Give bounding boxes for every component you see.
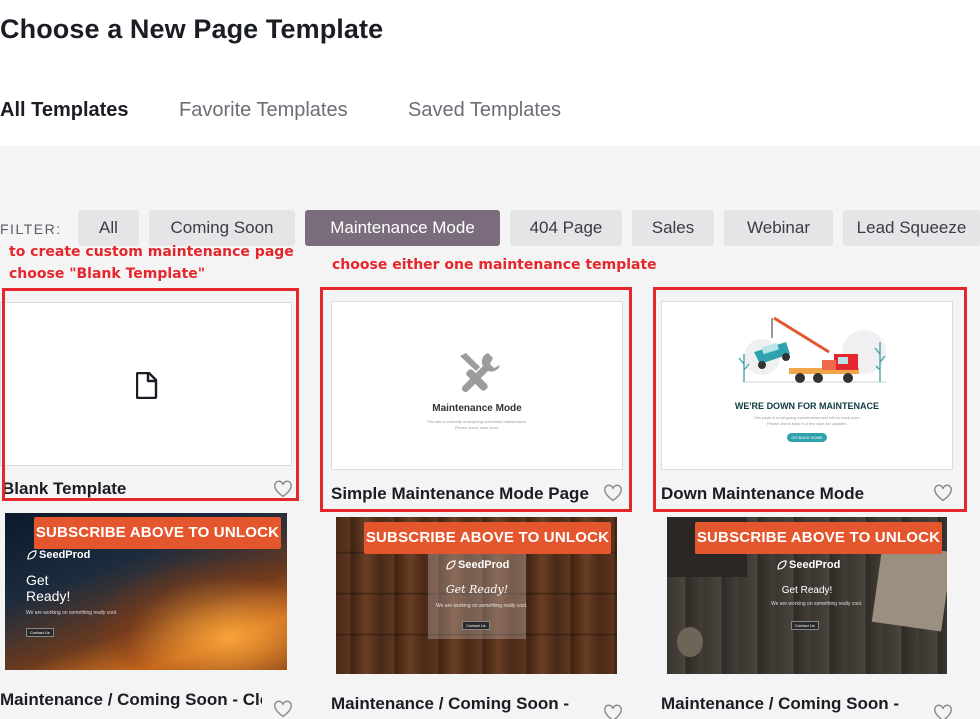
annotation-maintenance: choose either one maintenance template: [332, 257, 657, 273]
subscribe-unlock-badge[interactable]: SUBSCRIBE ABOVE TO UNLOCK: [695, 522, 942, 554]
seedprod-brand: SeedProd: [39, 549, 91, 561]
thumbnail-paper: [871, 542, 947, 632]
thumbnail-subtext: This page is undergoing maintenance and …: [753, 415, 861, 420]
filter-chip-sales[interactable]: Sales: [632, 210, 714, 246]
thumbnail-subtext: We are working on something really cool.: [771, 601, 863, 607]
annotation-blank-line2: choose "Blank Template": [9, 266, 206, 282]
thumbnail-heading: WE'RE DOWN FOR MAINTENACE: [734, 401, 880, 411]
thumbnail-subtext: Please check back in a few days for upda…: [766, 421, 848, 426]
annotation-blank-line1: to create custom maintenance page: [9, 244, 294, 260]
template-title: Simple Maintenance Mode Page: [331, 484, 589, 503]
thumbnail-heading: Maintenance Mode: [432, 403, 522, 414]
thumbnail-subtext: Please check back soon.: [454, 425, 500, 430]
thumbnail-button: Contact Us: [791, 621, 819, 630]
leaf-logo-icon: [777, 560, 787, 570]
thumbnail-pinecone: [677, 627, 703, 657]
file-icon: [136, 372, 158, 399]
template-title: Maintenance / Coming Soon - Clouds: [0, 690, 262, 709]
thumbnail-subtext: This site is currently undergoing schedu…: [426, 419, 528, 424]
filter-chip-maintenance-mode[interactable]: Maintenance Mode: [305, 210, 500, 246]
filter-label: FILTER:: [0, 221, 62, 237]
tools-icon: [460, 353, 500, 393]
thumbnail-subtext: We are working on something really cool.: [436, 603, 528, 609]
template-title: Maintenance / Coming Soon -: [661, 694, 900, 713]
leaf-logo-icon: [446, 560, 456, 570]
page-title: Choose a New Page Template: [0, 14, 384, 44]
tab-favorite-templates[interactable]: Favorite Templates: [179, 98, 348, 148]
filter-chip-404-page[interactable]: 404 Page: [510, 210, 622, 246]
thumbnail-button: Contact Us: [462, 621, 490, 630]
favorite-heart-icon[interactable]: [603, 484, 623, 502]
tab-all-templates[interactable]: All Templates: [0, 98, 129, 148]
blank-template-thumbnail[interactable]: [0, 302, 292, 466]
tow-truck-illustration: [738, 316, 886, 383]
subscribe-unlock-badge[interactable]: SUBSCRIBE ABOVE TO UNLOCK: [364, 522, 611, 554]
tab-saved-templates[interactable]: Saved Templates: [408, 98, 561, 148]
favorite-heart-icon[interactable]: [273, 700, 293, 718]
seedprod-brand: SeedProd: [789, 559, 841, 571]
thumbnail-subtext: We are working on something really cool.: [26, 610, 118, 616]
filter-chip-lead-squeeze[interactable]: Lead Squeeze: [843, 210, 980, 246]
down-maintenance-thumbnail[interactable]: WE'RE DOWN FOR MAINTENACE This page is u…: [661, 301, 953, 470]
template-title: Blank Template: [2, 479, 127, 498]
template-tabs: All Templates Favorite Templates Saved T…: [0, 96, 980, 148]
filter-chip-webinar[interactable]: Webinar: [724, 210, 833, 246]
favorite-heart-icon[interactable]: [933, 704, 953, 719]
leaf-logo-icon: [27, 550, 37, 560]
thumbnail-headline: Get Ready!: [781, 585, 833, 596]
thumbnail-button: GO BACK HOME: [787, 433, 827, 442]
favorite-heart-icon[interactable]: [933, 484, 953, 502]
subscribe-unlock-badge[interactable]: SUBSCRIBE ABOVE TO UNLOCK: [34, 517, 281, 549]
thumbnail-button: Contact Us: [26, 628, 54, 637]
template-title: Maintenance / Coming Soon -: [331, 694, 570, 713]
template-title: Down Maintenance Mode: [661, 484, 865, 503]
simple-maintenance-thumbnail[interactable]: Maintenance Mode This site is currently …: [331, 301, 623, 470]
seedprod-brand: SeedProd: [458, 559, 510, 571]
favorite-heart-icon[interactable]: [273, 480, 293, 498]
favorite-heart-icon[interactable]: [603, 704, 623, 719]
thumbnail-headline: Ready!: [26, 588, 71, 604]
thumbnail-headline: Get: [26, 572, 49, 588]
thumbnail-headline: Get Ready!: [445, 583, 509, 596]
